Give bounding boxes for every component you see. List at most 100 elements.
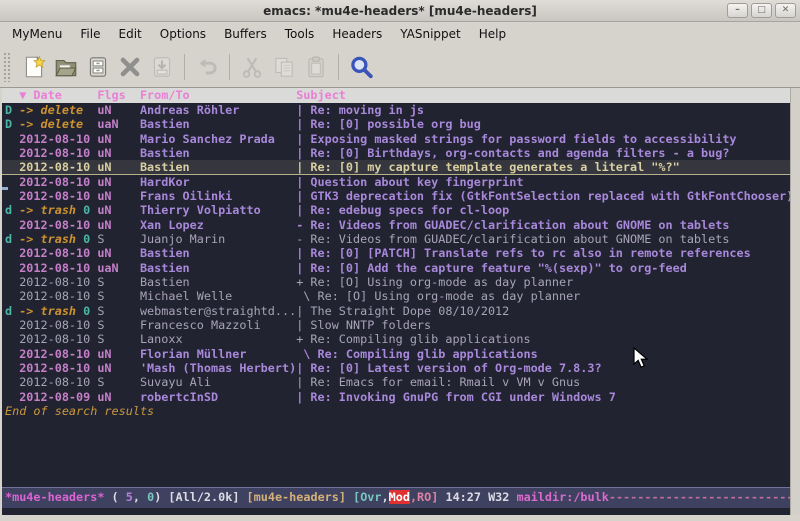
from-cell: Bastien — [140, 261, 296, 275]
column-subject[interactable]: Subject — [296, 88, 790, 103]
search-icon[interactable] — [345, 51, 377, 83]
message-row[interactable]: d-> trash 0SJuanjo Marin- Re: Videos fro… — [2, 232, 790, 246]
mark-cell — [5, 146, 19, 160]
message-row[interactable]: 2012-08-09uNrobertcInSD| Re: Invoking Gn… — [2, 390, 790, 404]
flags-cell: S — [97, 275, 140, 289]
from-cell: 'Mash (Thomas Herbert) — [140, 361, 296, 375]
flags-cell: uN — [97, 347, 140, 361]
subject-cell: + Re: [O] Using org-mode as day planner — [296, 275, 790, 289]
flags-cell: uN — [97, 189, 140, 203]
cut-icon[interactable] — [236, 51, 268, 83]
scrollbar[interactable] — [790, 88, 800, 515]
toolbar-grip[interactable] — [3, 52, 12, 82]
menu-item-edit[interactable]: Edit — [110, 23, 151, 45]
date-cell: 2012-08-10 — [19, 160, 97, 173]
date-cell: 2012-08-10 — [19, 375, 97, 389]
modeline-segment: ,RO] — [410, 490, 438, 504]
message-row[interactable]: 2012-08-10uNFlorian Müllner \ Re: Compil… — [2, 347, 790, 361]
subject-cell: - Re: Videos from GUADEC/clarification a… — [296, 218, 790, 232]
echo-area[interactable] — [2, 508, 790, 515]
mark-cell — [5, 390, 19, 404]
flags-cell: uN — [97, 160, 140, 173]
window-title: emacs: *mu4e-headers* [mu4e-headers] — [263, 4, 537, 18]
from-cell: Suvayu Ali — [140, 375, 296, 389]
mark-cell — [5, 218, 19, 232]
new-file-icon[interactable] — [18, 51, 50, 83]
message-row[interactable]: d-> trash 0Swebmaster@straightd...| The … — [2, 304, 790, 318]
column-date[interactable]: ▼ Date — [19, 88, 97, 103]
message-row[interactable]: 2012-08-10SSuvayu Ali| Re: Emacs for ema… — [2, 375, 790, 389]
maximize-button[interactable]: □ — [751, 3, 772, 18]
minimize-button[interactable]: – — [727, 3, 748, 18]
message-row[interactable]: 2012-08-10SLanoxx+ Re: Compiling glib ap… — [2, 332, 790, 346]
menu-item-file[interactable]: File — [71, 23, 109, 45]
message-row[interactable]: 2012-08-10uNHardKor| Question about key … — [2, 175, 790, 189]
open-folder-icon[interactable] — [50, 51, 82, 83]
mark-cell — [5, 347, 19, 361]
menu-item-help[interactable]: Help — [470, 23, 515, 45]
subject-cell: | Re: [0] Birthdays, org-contacts and ag… — [296, 146, 790, 160]
menu-item-tools[interactable]: Tools — [276, 23, 324, 45]
message-row[interactable]: 2012-08-10uNMario Sanchez Prada| Exposin… — [2, 132, 790, 146]
message-row[interactable]: D-> deleteuaNBastien| Re: [0] possible o… — [2, 117, 790, 131]
modeline-segment: *mu4e-headers* — [5, 490, 104, 504]
modeline-segment: , — [133, 490, 147, 504]
message-row[interactable]: 2012-08-10SBastien+ Re: [O] Using org-mo… — [2, 275, 790, 289]
message-list[interactable]: D-> deleteuNAndreas Röhler| Re: moving i… — [2, 103, 790, 487]
message-row[interactable]: 2012-08-10uNBastien| Re: [0] [PATCH] Tra… — [2, 246, 790, 260]
message-row[interactable]: 2012-08-10uNBastien| Re: [0] my capture … — [2, 160, 790, 174]
date-cell: 2012-08-10 — [19, 361, 97, 375]
subject-cell: - Re: Videos from GUADEC/clarification a… — [296, 232, 790, 246]
menu-item-headers[interactable]: Headers — [323, 23, 391, 45]
flags-cell: S — [97, 375, 140, 389]
modeline-segment: 14:27 W32 — [438, 490, 516, 504]
paste-icon[interactable] — [300, 51, 332, 83]
modeline-segment: 5 — [126, 490, 133, 504]
message-row[interactable]: 2012-08-10uNBastien| Re: [0] Birthdays, … — [2, 146, 790, 160]
end-of-search-results: End of search results — [2, 404, 790, 418]
import-file-icon[interactable] — [146, 51, 178, 83]
mark-cell — [5, 132, 19, 146]
menu-item-yasnippet[interactable]: YASnippet — [391, 23, 470, 45]
date-cell: 2012-08-10 — [19, 132, 97, 146]
from-cell: Florian Müllner — [140, 347, 296, 361]
modeline-segment: Mod — [389, 490, 410, 504]
column-from-to[interactable]: From/To — [140, 88, 296, 103]
from-cell: Juanjo Marin — [140, 232, 296, 246]
subject-cell: | Re: [0] my capture template generates … — [296, 160, 790, 173]
flags-cell: S — [97, 318, 140, 332]
copy-icon[interactable] — [268, 51, 300, 83]
message-row[interactable]: 2012-08-10uN'Mash (Thomas Herbert)| Re: … — [2, 361, 790, 375]
sort-descending-icon: ▼ — [19, 88, 26, 102]
titlebar[interactable]: emacs: *mu4e-headers* [mu4e-headers] – □… — [0, 0, 800, 22]
message-row[interactable]: 2012-08-10uNFrans Oilinki| GTK3 deprecat… — [2, 189, 790, 203]
undo-icon[interactable] — [191, 51, 223, 83]
emacs-window: emacs: *mu4e-headers* [mu4e-headers] – □… — [0, 0, 800, 521]
menu-item-buffers[interactable]: Buffers — [215, 23, 276, 45]
modeline-segment: ) — [154, 490, 168, 504]
date-cell: 2012-08-10 — [19, 347, 97, 361]
message-row[interactable]: 2012-08-10uNXan Lopez- Re: Videos from G… — [2, 218, 790, 232]
from-cell: HardKor — [140, 175, 296, 189]
save-buffer-icon[interactable] — [82, 51, 114, 83]
column-flags[interactable]: Flgs — [97, 88, 140, 103]
subject-cell: | Re: [0] Latest version of Org-mode 7.8… — [296, 361, 790, 375]
flags-cell: uaN — [97, 117, 140, 131]
message-row[interactable]: 2012-08-10uaNBastien| Re: [0] Add the ca… — [2, 261, 790, 275]
date-cell: 2012-08-09 — [19, 390, 97, 404]
message-row[interactable]: d-> trash 0uNThierry Volpiatto| Re: edeb… — [2, 203, 790, 217]
menu-item-options[interactable]: Options — [151, 23, 215, 45]
date-cell: -> trash 0 — [19, 232, 97, 246]
close-button[interactable]: ✕ — [775, 3, 796, 18]
date-cell: 2012-08-10 — [19, 146, 97, 160]
mark-cell — [5, 375, 19, 389]
from-cell: Bastien — [140, 146, 296, 160]
mark-cell — [5, 332, 19, 346]
modeline-segment: [All/2.0k] — [168, 490, 246, 504]
from-cell: Bastien — [140, 275, 296, 289]
menu-item-mymenu[interactable]: MyMenu — [3, 23, 71, 45]
message-row[interactable]: D-> deleteuNAndreas Röhler| Re: moving i… — [2, 103, 790, 117]
close-buffer-icon[interactable] — [114, 51, 146, 83]
message-row[interactable]: 2012-08-10SFrancesco Mazzoli| Slow NNTP … — [2, 318, 790, 332]
message-row[interactable]: 2012-08-10SMichael Welle \ Re: [O] Using… — [2, 289, 790, 303]
